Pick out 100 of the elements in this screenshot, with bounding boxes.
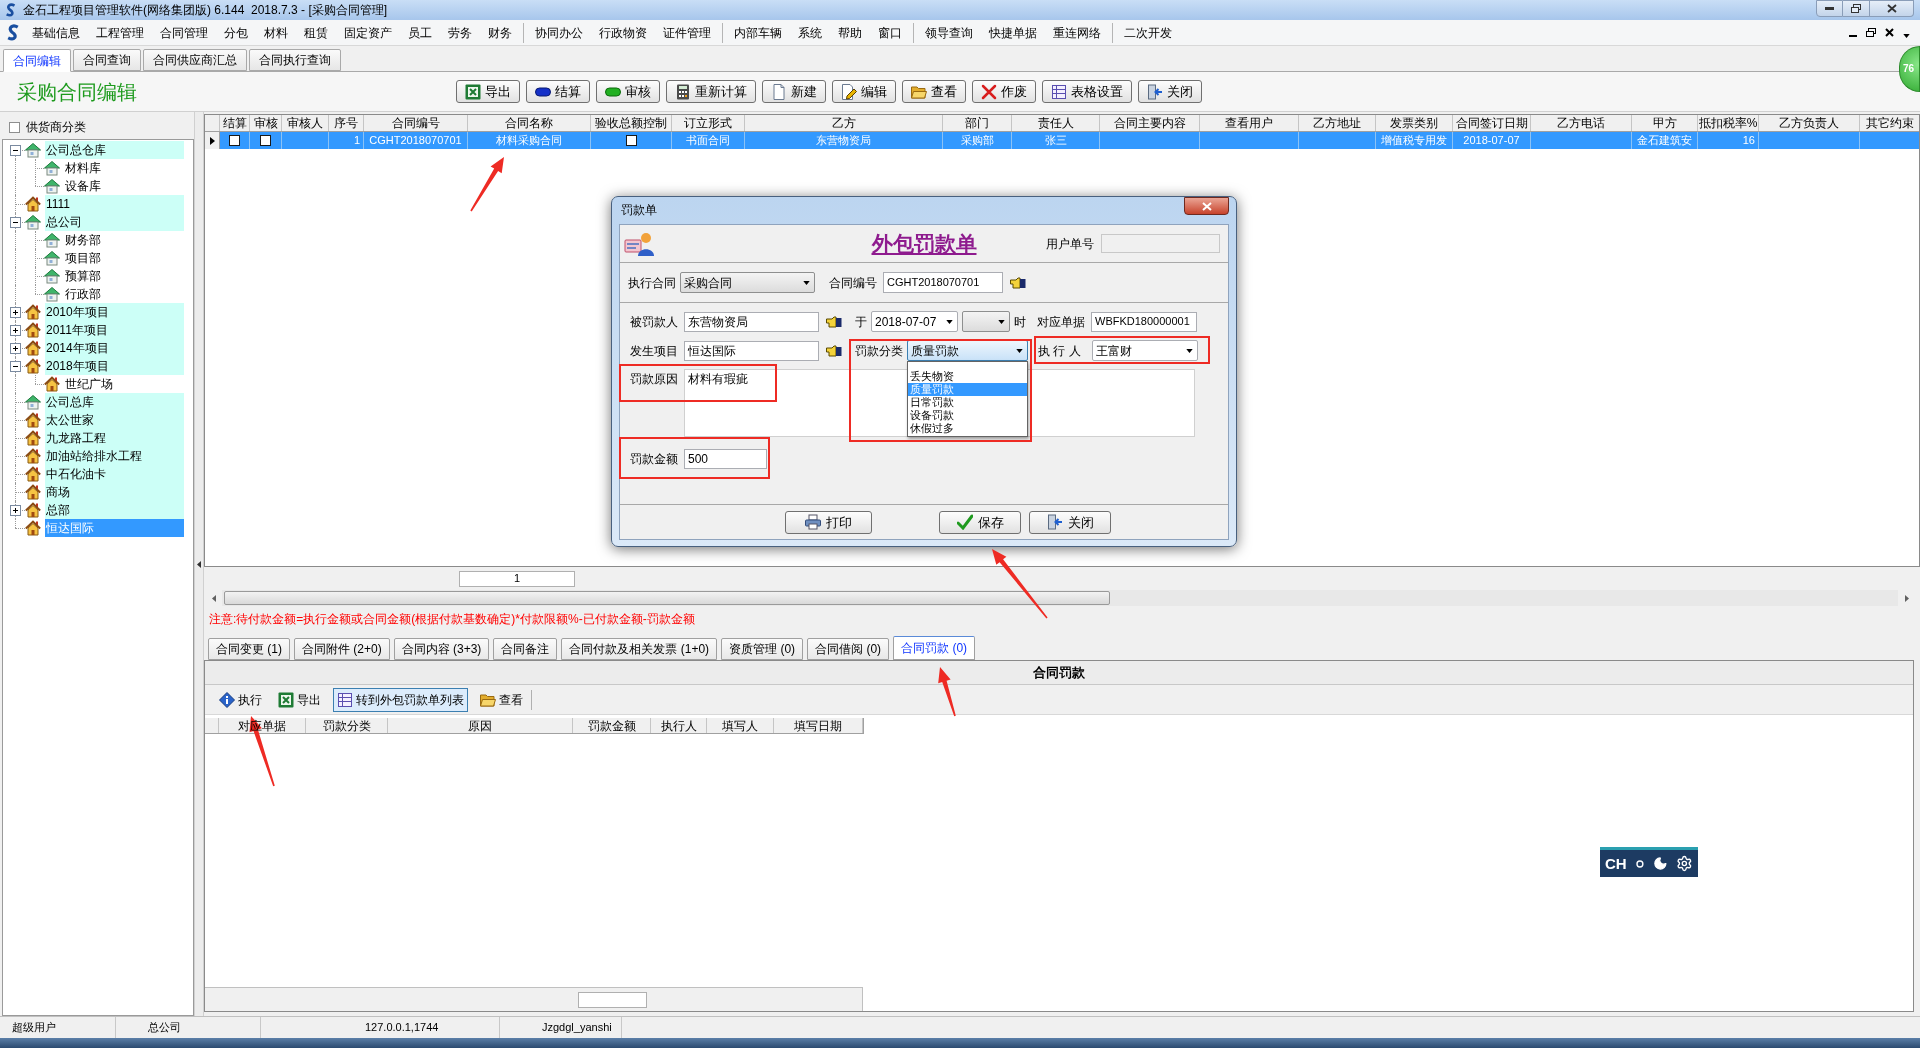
dropdown-option[interactable]: 休假过多	[908, 422, 1027, 435]
close-icon[interactable]	[1885, 28, 1894, 37]
tree-item[interactable]: 项目部	[64, 249, 102, 267]
restore-icon[interactable]	[1866, 28, 1876, 37]
dropdown-option[interactable]: 日常罚款	[908, 396, 1027, 409]
toolbar-button[interactable]: 转到外包罚款单列表	[333, 687, 468, 712]
dialog-button[interactable]: 保存	[939, 510, 1021, 534]
dropdown[interactable]: 2018-07-07	[871, 311, 958, 332]
tab[interactable]: 合同罚款 (0)	[893, 636, 976, 660]
minus-box-icon[interactable]	[10, 361, 21, 372]
tree-item[interactable]: 九龙路工程	[45, 429, 184, 447]
text-field[interactable]: 500	[684, 449, 767, 469]
dropdown-option[interactable]: 设备罚款	[908, 409, 1027, 422]
menu-item[interactable]: 员工	[400, 26, 440, 39]
text-field[interactable]: CGHT2018070701	[883, 272, 1003, 293]
tab[interactable]: 合同变更 (1)	[208, 638, 290, 660]
plus-box-icon[interactable]	[10, 505, 21, 516]
tree-item[interactable]: 财务部	[64, 231, 102, 249]
text-field[interactable]: 恒达国际	[684, 340, 819, 361]
tab[interactable]: 合同执行查询	[249, 49, 341, 71]
tab[interactable]: 合同供应商汇总	[143, 49, 247, 71]
minus-box-icon[interactable]	[10, 217, 21, 228]
menu-item[interactable]: 财务	[480, 26, 520, 39]
left-arrow-icon[interactable]	[211, 594, 216, 602]
menu-item[interactable]: 重连网络	[1045, 26, 1109, 39]
tree-item[interactable]: 材料库	[64, 159, 102, 177]
menu-item[interactable]: 内部车辆	[726, 26, 790, 39]
tree-item[interactable]: 公司总仓库	[45, 141, 184, 159]
pointing-hand-icon[interactable]	[826, 344, 842, 357]
dropdown[interactable]: 采购合同	[680, 272, 815, 293]
menu-item[interactable]: 合同管理	[152, 26, 216, 39]
plus-box-icon[interactable]	[10, 325, 21, 336]
dialog-button[interactable]: 关闭	[1029, 510, 1111, 534]
toolbar-button[interactable]: 作废	[972, 80, 1036, 103]
right-arrow-icon[interactable]	[1904, 594, 1909, 602]
toolbar-button[interactable]: 导出	[456, 80, 520, 103]
page-field[interactable]	[578, 991, 647, 1008]
scrollbar-thumb[interactable]	[224, 591, 1110, 605]
menu-item[interactable]: 窗口	[870, 26, 910, 39]
menu-item[interactable]: 工程管理	[88, 26, 152, 39]
tab[interactable]: 资质管理 (0)	[721, 638, 804, 660]
tab[interactable]: 合同借阅 (0)	[807, 638, 890, 660]
tab[interactable]: 合同内容 (3+3)	[393, 638, 490, 660]
toolbar-button[interactable]: 结算	[526, 80, 590, 103]
tab[interactable]: 合同编辑	[3, 49, 71, 72]
left-chevron-icon[interactable]	[197, 560, 201, 568]
maximize-button[interactable]	[1843, 0, 1870, 17]
dialog-button[interactable]: 打印	[785, 510, 872, 534]
tab[interactable]: 合同查询	[73, 49, 141, 71]
text-field[interactable]: WBFKD180000001	[1091, 311, 1197, 332]
toolbar-button[interactable]: 查看	[902, 80, 966, 103]
tree-item[interactable]: 世纪广场	[64, 375, 114, 393]
checkbox[interactable]	[229, 135, 240, 146]
dropdown[interactable]: 王富财	[1092, 340, 1198, 361]
tab[interactable]: 合同付款及相关发票 (1+0)	[561, 638, 718, 660]
toolbar-button[interactable]: 重新计算	[666, 80, 756, 103]
tree-item[interactable]: 商场	[45, 483, 184, 501]
menu-item[interactable]: 分包	[216, 26, 256, 39]
minimize-button[interactable]	[1816, 0, 1843, 17]
checkbox[interactable]	[260, 135, 271, 146]
menu-item[interactable]: 二次开发	[1116, 26, 1180, 39]
page-field[interactable]: 1	[459, 570, 575, 587]
ring-icon[interactable]	[1635, 859, 1644, 868]
toolbar-button[interactable]: 关闭	[1138, 80, 1202, 103]
minimize-icon[interactable]	[1849, 34, 1857, 37]
menu-item[interactable]: 材料	[256, 26, 296, 39]
toolbar-button[interactable]: 编辑	[832, 80, 896, 103]
menu-item[interactable]: 劳务	[440, 26, 480, 39]
moon-icon[interactable]	[1652, 856, 1668, 871]
text-field[interactable]	[1101, 234, 1220, 253]
menu-item[interactable]: 行政物资	[591, 26, 655, 39]
plus-box-icon[interactable]	[10, 307, 21, 318]
tree-item[interactable]: 2018年项目	[45, 357, 184, 375]
tree-item[interactable]: 加油站给排水工程	[45, 447, 184, 465]
toolbar-button[interactable]: 表格设置	[1042, 80, 1132, 103]
tree-item[interactable]: 2010年项目	[45, 303, 184, 321]
plus-box-icon[interactable]	[10, 343, 21, 354]
dropdown[interactable]	[962, 311, 1010, 332]
menu-item[interactable]: 帮助	[830, 26, 870, 39]
tree-item[interactable]: 行政部	[64, 285, 102, 303]
toolbar-button[interactable]: 审核	[596, 80, 660, 103]
tree-item[interactable]: 2014年项目	[45, 339, 184, 357]
tree-item[interactable]: 太公世家	[45, 411, 184, 429]
tree-item[interactable]: 总公司	[45, 213, 184, 231]
dropdown[interactable]: 质量罚款	[907, 340, 1028, 361]
checkbox[interactable]	[9, 121, 20, 133]
tree-item[interactable]: 1111	[45, 195, 184, 213]
close-button[interactable]	[1870, 0, 1914, 17]
toolbar-button[interactable]: 查看	[476, 687, 527, 712]
pointing-hand-icon[interactable]	[826, 315, 842, 328]
menu-item[interactable]: 证件管理	[655, 26, 719, 39]
tree-item[interactable]: 中石化油卡	[45, 465, 184, 483]
text-field[interactable]: 东营物资局	[684, 311, 819, 332]
pointing-hand-icon[interactable]	[1010, 276, 1026, 289]
tree-item[interactable]: 2011年项目	[45, 321, 184, 339]
settings-icon[interactable]	[1676, 855, 1693, 872]
toolbar-button[interactable]: 新建	[762, 80, 826, 103]
menu-item[interactable]: 领导查询	[917, 26, 981, 39]
toolbar-button[interactable]: 导出	[274, 687, 325, 712]
menu-item[interactable]: 快捷单据	[981, 26, 1045, 39]
